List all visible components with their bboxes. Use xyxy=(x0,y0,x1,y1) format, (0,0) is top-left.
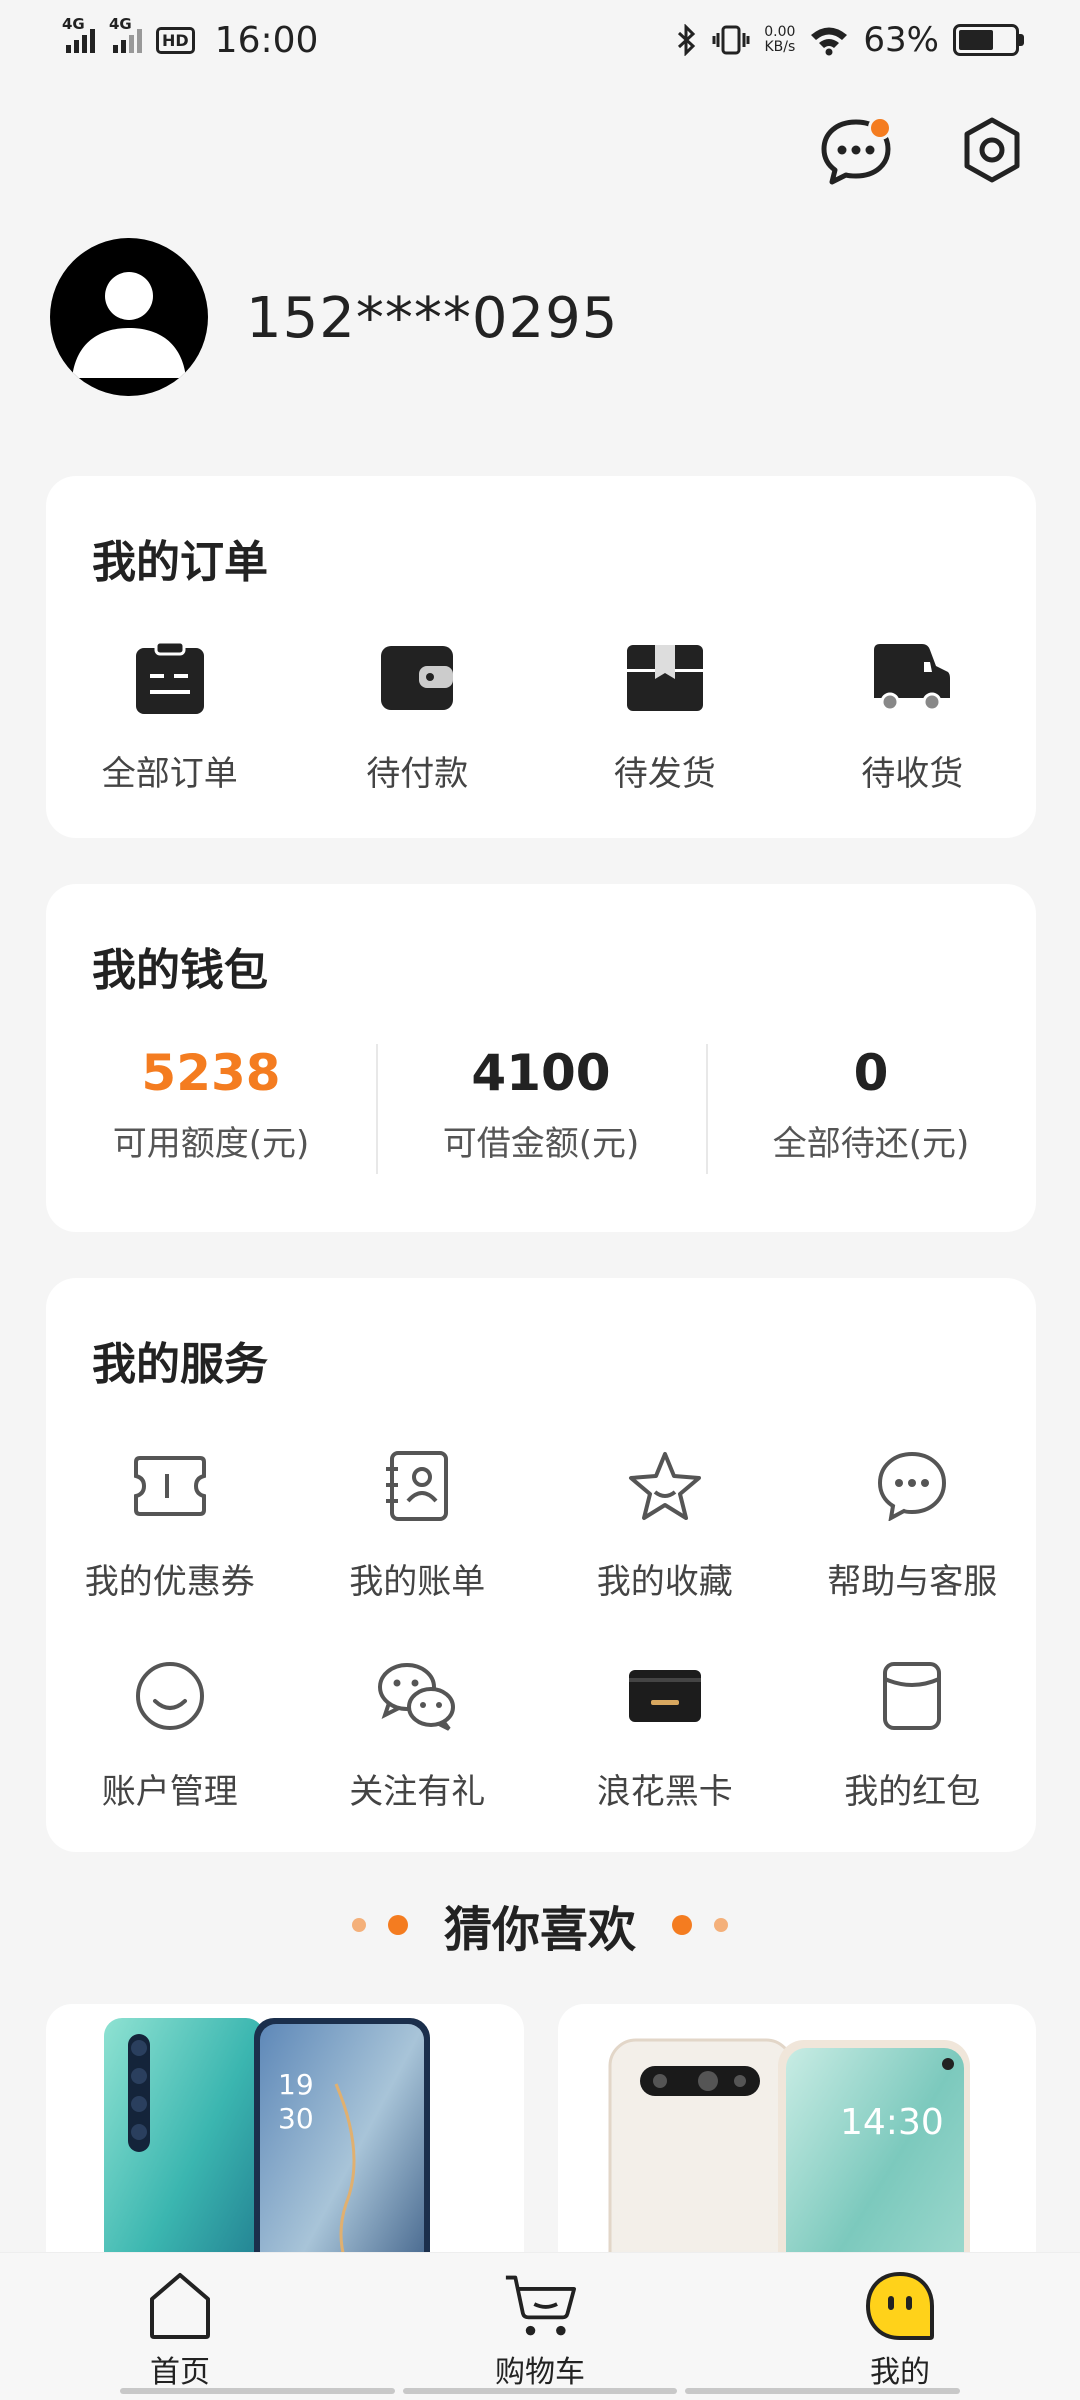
nav-mine[interactable]: 我的 xyxy=(720,2253,1080,2400)
avatar[interactable] xyxy=(50,238,208,396)
order-pending-payment[interactable]: 待付款 xyxy=(294,638,542,795)
service-red-packet[interactable]: 我的红包 xyxy=(789,1656,1037,1813)
product-1-time-bottom: 30 xyxy=(278,2102,314,2135)
wallet-title: 我的钱包 xyxy=(92,945,268,996)
service-coupons-label: 我的优惠券 xyxy=(84,1562,255,1602)
message-icon[interactable] xyxy=(818,112,894,188)
header-actions xyxy=(818,112,1030,188)
nav-home-label: 首页 xyxy=(150,2355,210,2390)
service-black-card[interactable]: 浪花黑卡 xyxy=(541,1656,789,1813)
net-speed: 0.00 KB/s xyxy=(764,25,795,55)
battery-percent: 63% xyxy=(863,20,939,60)
home-icon xyxy=(144,2269,216,2343)
order-pending-shipment-label: 待发货 xyxy=(613,754,716,794)
service-black-card-label: 浪花黑卡 xyxy=(596,1772,733,1812)
service-follow-gift[interactable]: 关注有礼 xyxy=(294,1656,542,1813)
orders-title: 我的订单 xyxy=(92,537,268,588)
order-all[interactable]: 全部订单 xyxy=(46,638,294,795)
services-card: 我的服务 我的优惠券 我的账单 我的收藏 帮助与客服 账户管理 关注有礼 浪花黑… xyxy=(46,1278,1036,1852)
bill-icon xyxy=(377,1446,457,1526)
wallet-borrowable[interactable]: 4100 可借金额(元) xyxy=(376,1044,706,1174)
service-help[interactable]: 帮助与客服 xyxy=(789,1446,1037,1603)
battery-icon xyxy=(953,24,1024,56)
to-repay-label: 全部待还(元) xyxy=(772,1124,970,1164)
black-card-icon xyxy=(625,1656,705,1736)
smile-icon xyxy=(130,1656,210,1736)
nav-home[interactable]: 首页 xyxy=(0,2253,360,2400)
service-bills-label: 我的账单 xyxy=(349,1562,486,1602)
wallet-row: 5238 可用额度(元) 4100 可借金额(元) 0 全部待还(元) xyxy=(46,1044,1036,1174)
status-bar: 4G 4G HD 16:00 0.00 KB/s 63% xyxy=(0,0,1080,80)
decor-dot xyxy=(672,1915,692,1935)
star-icon xyxy=(625,1446,705,1526)
bottom-nav: 首页 购物车 我的 xyxy=(0,2252,1080,2400)
services-row-2: 账户管理 关注有礼 浪花黑卡 我的红包 xyxy=(46,1656,1036,1813)
decor-dot xyxy=(387,1915,408,1935)
coupon-icon xyxy=(130,1446,210,1526)
package-icon xyxy=(625,638,705,718)
order-pending-receipt-label: 待收货 xyxy=(861,754,964,794)
gesture-bar xyxy=(0,2388,1080,2396)
service-favorites[interactable]: 我的收藏 xyxy=(541,1446,789,1603)
to-repay-value: 0 xyxy=(853,1044,889,1102)
recommend-header: 猜你喜欢 xyxy=(0,1890,1080,1960)
service-red-packet-label: 我的红包 xyxy=(844,1772,981,1812)
wallet-available-credit[interactable]: 5238 可用额度(元) xyxy=(46,1044,376,1165)
nav-cart-label: 购物车 xyxy=(495,2355,585,2390)
wechat-icon xyxy=(377,1656,457,1736)
order-pending-shipment[interactable]: 待发货 xyxy=(541,638,789,795)
services-title: 我的服务 xyxy=(92,1339,268,1390)
order-all-label: 全部订单 xyxy=(101,754,238,794)
nav-cart[interactable]: 购物车 xyxy=(360,2253,720,2400)
borrowable-value: 4100 xyxy=(471,1044,611,1102)
wallet-to-repay[interactable]: 0 全部待还(元) xyxy=(706,1044,1036,1174)
nav-mine-label: 我的 xyxy=(870,2355,930,2390)
borrowable-label: 可借金额(元) xyxy=(442,1124,640,1164)
net-speed-unit: KB/s xyxy=(764,39,796,55)
user-phone[interactable]: 152****0295 xyxy=(246,286,618,351)
signal-icon-2: 4G xyxy=(109,15,142,53)
settings-icon[interactable] xyxy=(954,112,1030,188)
services-row-1: 我的优惠券 我的账单 我的收藏 帮助与客服 xyxy=(46,1446,1036,1603)
service-bills[interactable]: 我的账单 xyxy=(294,1446,542,1603)
truck-icon xyxy=(872,638,952,718)
network-type: 4G xyxy=(62,15,85,33)
bluetooth-icon xyxy=(678,24,696,56)
service-follow-gift-label: 关注有礼 xyxy=(349,1772,486,1812)
service-coupons[interactable]: 我的优惠券 xyxy=(46,1446,294,1603)
recommend-title: 猜你喜欢 xyxy=(443,1902,636,1958)
service-account-label: 账户管理 xyxy=(101,1772,238,1812)
product-1-time-top: 19 xyxy=(278,2068,314,2101)
chat-icon xyxy=(872,1446,952,1526)
orders-card: 我的订单 全部订单 待付款 待发货 待收货 xyxy=(46,476,1036,838)
available-credit-label: 可用额度(元) xyxy=(112,1124,310,1164)
wifi-icon xyxy=(811,27,848,56)
clipboard-icon xyxy=(130,638,210,718)
hd-icon: HD xyxy=(156,26,195,54)
avatar-icon xyxy=(72,272,186,378)
service-favorites-label: 我的收藏 xyxy=(596,1562,733,1602)
notification-dot xyxy=(868,116,892,140)
status-time: 16:00 xyxy=(214,19,319,61)
orders-grid: 全部订单 待付款 待发货 待收货 xyxy=(46,638,1036,795)
net-speed-value: 0.00 xyxy=(764,24,796,40)
wallet-card: 我的钱包 5238 可用额度(元) 4100 可借金额(元) 0 全部待还(元) xyxy=(46,884,1036,1232)
cart-icon xyxy=(504,2269,576,2343)
signal-icon: 4G xyxy=(62,15,95,53)
decor-dot xyxy=(351,1918,366,1932)
order-pending-receipt[interactable]: 待收货 xyxy=(789,638,1037,795)
available-credit-value: 5238 xyxy=(141,1044,281,1102)
profile-face-icon xyxy=(864,2269,936,2343)
red-packet-icon xyxy=(872,1656,952,1736)
service-help-label: 帮助与客服 xyxy=(827,1562,998,1602)
network-type-2: 4G xyxy=(109,15,132,33)
vibrate-icon xyxy=(712,25,750,55)
decor-dot xyxy=(714,1918,728,1932)
order-pending-payment-label: 待付款 xyxy=(366,754,469,794)
product-2-time: 14:30 xyxy=(840,2102,944,2143)
wallet-icon xyxy=(377,638,457,718)
service-account[interactable]: 账户管理 xyxy=(46,1656,294,1813)
